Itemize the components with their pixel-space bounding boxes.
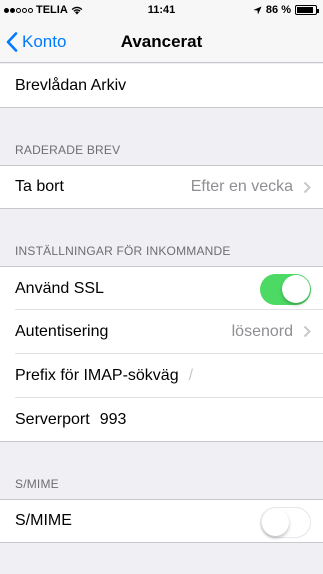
archive-mailbox-label: Brevlådan Arkiv (15, 76, 127, 94)
authentication-label: Autentisering (15, 323, 109, 340)
remove-value: Efter en vecka (190, 178, 293, 195)
authentication-value: lösenord (231, 323, 293, 340)
page-title: Avancerat (120, 32, 203, 51)
screen: TELIA 11:41 86 % Konto Avancerat Brevlåd… (0, 0, 323, 574)
status-right: 86 % (253, 4, 319, 16)
chevron-right-icon (303, 181, 311, 194)
location-arrow-icon (253, 5, 262, 15)
navigation-bar: Konto Avancerat (0, 20, 323, 63)
imap-prefix-row[interactable]: Prefix för IMAP-sökväg / (0, 354, 323, 398)
remove-label: Ta bort (15, 178, 64, 195)
smime-toggle[interactable] (260, 507, 311, 538)
server-port-label: Serverport (15, 410, 90, 428)
status-bar: TELIA 11:41 86 % (0, 0, 323, 20)
battery-percent: 86 % (265, 4, 291, 16)
server-port-row[interactable]: Serverport 993 (0, 398, 323, 442)
section-header-incoming: INSTÄLLNINGAR FÖR INKOMMANDE (15, 244, 231, 258)
imap-prefix-label: Prefix för IMAP-sökväg (15, 367, 179, 384)
authentication-row[interactable]: Autentisering lösenord (0, 310, 323, 354)
ssl-row: Använd SSL (0, 266, 323, 310)
smime-row: S/MIME (0, 499, 323, 543)
section-header-smime: S/MIME (15, 477, 59, 491)
ssl-label: Använd SSL (15, 279, 104, 297)
server-port-field[interactable]: 993 (100, 411, 127, 429)
chevron-right-icon (303, 325, 311, 338)
remove-row[interactable]: Ta bort Efter en vecka (0, 165, 323, 209)
section-header-deleted: RADERADE BREV (15, 143, 121, 157)
battery-icon (295, 5, 319, 15)
ssl-toggle[interactable] (260, 274, 311, 305)
smime-label: S/MIME (15, 512, 72, 529)
imap-prefix-field[interactable]: / (189, 367, 193, 385)
settings-list: Brevlådan Arkiv RADERADE BREV Ta bort Ef… (0, 64, 323, 543)
archive-mailbox-row[interactable]: Brevlådan Arkiv (0, 64, 323, 108)
